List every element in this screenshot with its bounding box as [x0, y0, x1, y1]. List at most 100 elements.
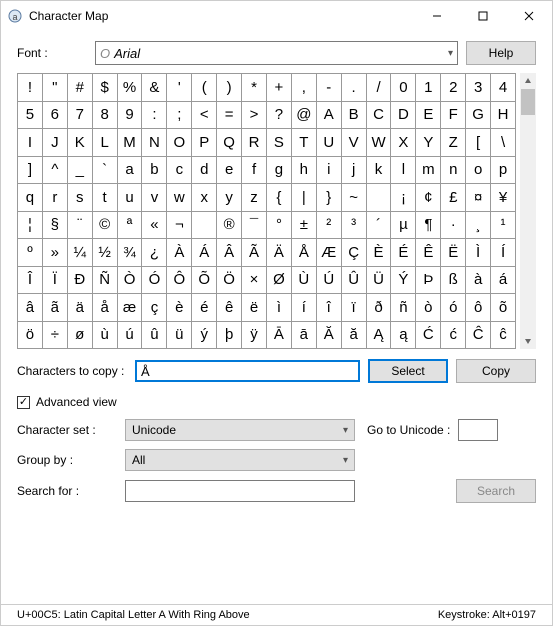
character-cell[interactable]: à — [466, 267, 491, 295]
character-cell[interactable]: ( — [192, 74, 217, 102]
character-cell[interactable]: Ĉ — [466, 322, 491, 350]
character-cell[interactable]: % — [118, 74, 143, 102]
character-cell[interactable]: Ó — [142, 267, 167, 295]
charset-select[interactable]: Unicode ▾ — [125, 419, 355, 441]
character-cell[interactable]: â — [18, 294, 43, 322]
groupby-select[interactable]: All ▾ — [125, 449, 355, 471]
character-cell[interactable]: ' — [167, 74, 192, 102]
character-cell[interactable]: Ç — [342, 239, 367, 267]
scroll-up-icon[interactable] — [520, 73, 536, 89]
character-cell[interactable]: á — [491, 267, 516, 295]
character-cell[interactable]: ą — [391, 322, 416, 350]
character-cell[interactable]: = — [217, 102, 242, 130]
character-cell[interactable]: ð — [367, 294, 392, 322]
character-cell[interactable]: Ë — [441, 239, 466, 267]
character-cell[interactable]: s — [68, 184, 93, 212]
character-cell[interactable]: ~ — [342, 184, 367, 212]
character-cell[interactable]: £ — [441, 184, 466, 212]
character-cell[interactable]: w — [167, 184, 192, 212]
character-cell[interactable]: $ — [93, 74, 118, 102]
character-cell[interactable]: Ä — [267, 239, 292, 267]
character-cell[interactable]: Õ — [192, 267, 217, 295]
character-cell[interactable]: ¡ — [391, 184, 416, 212]
character-cell[interactable]: x — [192, 184, 217, 212]
scroll-track[interactable] — [520, 89, 536, 333]
character-cell[interactable]: Ù — [292, 267, 317, 295]
character-cell[interactable]: ú — [118, 322, 143, 350]
character-cell[interactable]: ¶ — [416, 212, 441, 240]
character-cell[interactable]: M — [118, 129, 143, 157]
character-cell[interactable]: : — [142, 102, 167, 130]
character-cell[interactable]: ÷ — [43, 322, 68, 350]
character-cell[interactable]: ý — [192, 322, 217, 350]
character-cell[interactable]: ë — [242, 294, 267, 322]
character-cell[interactable]: Å — [292, 239, 317, 267]
character-cell[interactable]: Ü — [367, 267, 392, 295]
character-cell[interactable]: ã — [43, 294, 68, 322]
character-cell[interactable]: ĉ — [491, 322, 516, 350]
character-cell[interactable]: î — [317, 294, 342, 322]
character-cell[interactable]: Æ — [317, 239, 342, 267]
character-cell[interactable]: h — [292, 157, 317, 185]
advanced-view-checkbox[interactable]: ✓ Advanced view — [17, 395, 536, 409]
scroll-down-icon[interactable] — [520, 333, 536, 349]
character-cell[interactable]: µ — [391, 212, 416, 240]
character-cell[interactable]: b — [142, 157, 167, 185]
character-cell[interactable]: ò — [416, 294, 441, 322]
character-cell[interactable]: i — [317, 157, 342, 185]
character-cell[interactable]: » — [43, 239, 68, 267]
character-cell[interactable]: A — [317, 102, 342, 130]
character-cell[interactable]: H — [491, 102, 516, 130]
character-cell[interactable]: û — [142, 322, 167, 350]
character-cell[interactable]: ¾ — [118, 239, 143, 267]
character-cell[interactable]: þ — [217, 322, 242, 350]
character-cell[interactable]: t — [93, 184, 118, 212]
character-cell[interactable]: 7 — [68, 102, 93, 130]
character-cell[interactable]: ¸ — [466, 212, 491, 240]
character-cell[interactable]: Ý — [391, 267, 416, 295]
character-cell[interactable]: 0 — [391, 74, 416, 102]
scroll-thumb[interactable] — [521, 89, 535, 115]
character-cell[interactable]: ` — [93, 157, 118, 185]
character-cell[interactable]: T — [292, 129, 317, 157]
character-cell[interactable]: | — [292, 184, 317, 212]
character-cell[interactable]: K — [68, 129, 93, 157]
character-cell[interactable]: Â — [217, 239, 242, 267]
character-cell[interactable]: ² — [317, 212, 342, 240]
character-cell[interactable]: ª — [118, 212, 143, 240]
character-cell[interactable]: F — [441, 102, 466, 130]
character-cell[interactable]: r — [43, 184, 68, 212]
character-cell[interactable]: z — [242, 184, 267, 212]
character-cell[interactable]: ± — [292, 212, 317, 240]
character-cell[interactable]: D — [391, 102, 416, 130]
character-cell[interactable]: - — [317, 74, 342, 102]
select-button[interactable]: Select — [368, 359, 448, 383]
search-input[interactable] — [125, 480, 355, 502]
character-cell[interactable]: ¿ — [142, 239, 167, 267]
character-cell[interactable]: º — [18, 239, 43, 267]
character-cell[interactable]: ê — [217, 294, 242, 322]
character-cell[interactable]: Ï — [43, 267, 68, 295]
character-cell[interactable]: { — [267, 184, 292, 212]
character-cell[interactable]: 9 — [118, 102, 143, 130]
character-cell[interactable]: ô — [466, 294, 491, 322]
character-cell[interactable]: < — [192, 102, 217, 130]
character-cell[interactable]: d — [192, 157, 217, 185]
character-cell[interactable]: a — [118, 157, 143, 185]
character-cell[interactable]: B — [342, 102, 367, 130]
character-cell[interactable]: ¨ — [68, 212, 93, 240]
character-cell[interactable]: ­ — [192, 212, 217, 240]
character-cell[interactable]: ¤ — [466, 184, 491, 212]
character-cell[interactable]: 5 — [18, 102, 43, 130]
character-cell[interactable]: l — [391, 157, 416, 185]
character-cell[interactable]: À — [167, 239, 192, 267]
character-cell[interactable]: Ò — [118, 267, 143, 295]
character-cell[interactable]: c — [167, 157, 192, 185]
character-cell[interactable]: ³ — [342, 212, 367, 240]
character-cell[interactable]: Û — [342, 267, 367, 295]
character-cell[interactable]: õ — [491, 294, 516, 322]
character-cell[interactable]: , — [292, 74, 317, 102]
character-cell[interactable]: Ã — [242, 239, 267, 267]
character-cell[interactable]: [ — [466, 129, 491, 157]
character-cell[interactable]: R — [242, 129, 267, 157]
